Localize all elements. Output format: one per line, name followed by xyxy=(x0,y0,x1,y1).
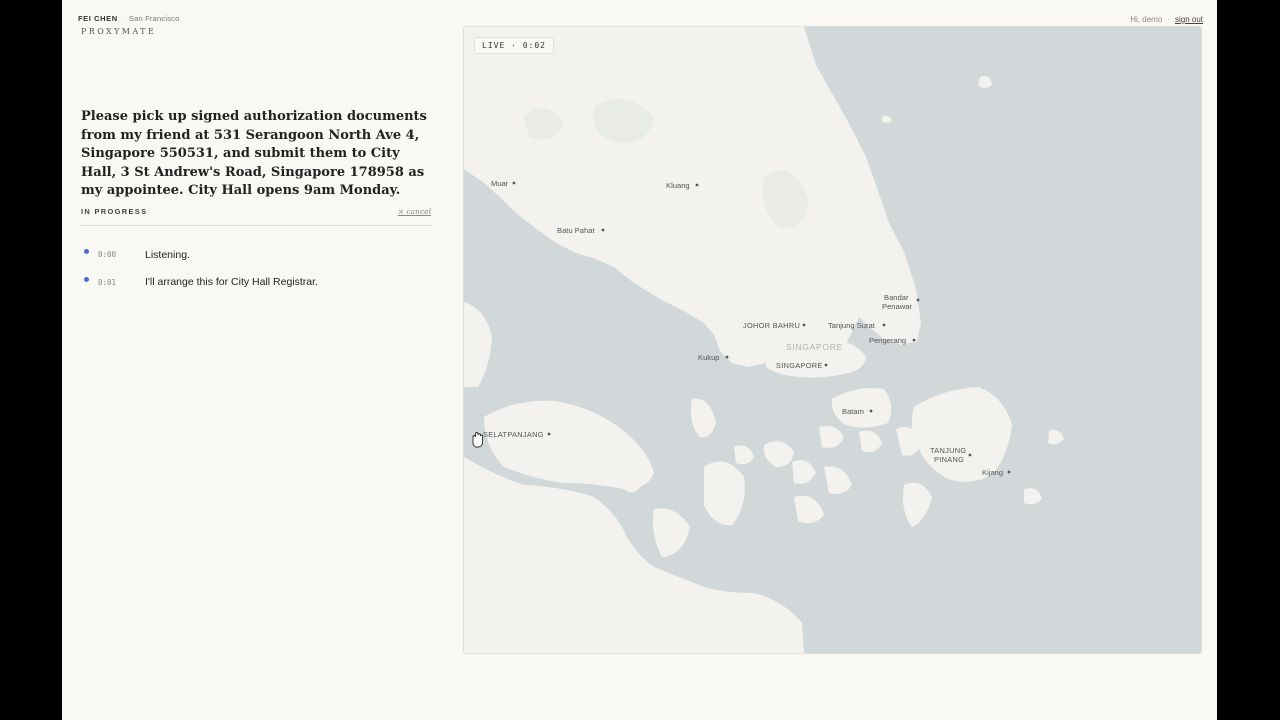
place-dot xyxy=(882,323,886,327)
place-dot xyxy=(802,323,806,327)
task-description: Please pick up signed authorization docu… xyxy=(81,109,427,199)
place-label: Bandar xyxy=(884,293,909,302)
place-label: SINGAPORE xyxy=(776,361,823,370)
separator-dot: · xyxy=(1167,15,1170,24)
task-panel: Please pick up signed authorization docu… xyxy=(81,108,431,296)
account-bar: Hi, demo · sign out xyxy=(1130,15,1203,24)
cancel-link[interactable]: × cancel xyxy=(398,207,431,216)
user-name: FEI CHEN xyxy=(78,14,118,23)
place-label: Tanjung Surat xyxy=(828,321,876,330)
map-canvas[interactable]: Muar Kluang Batu Pahat Bandar Penawar JO… xyxy=(464,27,1201,653)
place-label: Muar xyxy=(491,179,509,188)
status-dot-icon xyxy=(84,249,89,255)
log-message: I'll arrange this for City Hall Registra… xyxy=(145,276,318,289)
place-dot xyxy=(916,298,920,302)
place-dot xyxy=(1007,470,1011,474)
log-item: 0:01 I'll arrange this for City Hall Reg… xyxy=(81,268,431,296)
activity-log: 0:00 Listening. 0:01 I'll arrange this f… xyxy=(81,241,431,296)
place-dot xyxy=(869,409,873,413)
place-label: PINANG xyxy=(934,455,964,464)
place-label: Pengerang xyxy=(869,336,906,345)
status-dot-icon xyxy=(84,276,89,282)
place-dot xyxy=(601,228,605,232)
place-label: Penawar xyxy=(882,302,912,311)
place-label: Kijang xyxy=(982,468,1003,477)
log-time: 0:01 xyxy=(98,277,117,287)
live-badge: LIVE · 0:02 xyxy=(474,37,554,54)
sign-out-link[interactable]: sign out xyxy=(1175,15,1203,24)
greeting: Hi, demo xyxy=(1130,15,1163,24)
place-dot xyxy=(512,181,516,185)
separator-dot: · xyxy=(121,14,125,23)
log-time: 0:00 xyxy=(98,250,117,260)
country-label: SINGAPORE xyxy=(786,342,843,352)
place-dot xyxy=(725,355,729,359)
status-row: IN PROGRESS × cancel xyxy=(81,207,431,226)
status-badge: IN PROGRESS xyxy=(81,206,148,216)
map-view[interactable]: Muar Kluang Batu Pahat Bandar Penawar JO… xyxy=(463,26,1202,654)
log-item: 0:00 Listening. xyxy=(81,241,431,269)
place-dot xyxy=(547,432,551,436)
place-dot xyxy=(824,363,828,367)
place-label: TANJUNG xyxy=(930,446,966,455)
place-label: Batam xyxy=(842,407,864,416)
place-label: Kluang xyxy=(666,181,690,190)
log-message: Listening. xyxy=(145,248,190,261)
app-frame: FEI CHEN · San Francisco PROXYMATE Hi, dem… xyxy=(62,0,1217,720)
user-location: San Francisco xyxy=(128,14,180,23)
place-dot xyxy=(912,338,916,342)
place-label: Batu Pahat xyxy=(557,226,595,235)
place-label: JOHOR BAHRU xyxy=(743,321,800,330)
user-line: FEI CHEN · San Francisco xyxy=(78,14,179,23)
place-label: SELATPANJANG xyxy=(483,430,544,439)
place-label: Kukup xyxy=(698,353,720,362)
place-dot xyxy=(695,183,699,187)
brand-block: FEI CHEN · San Francisco PROXYMATE xyxy=(78,14,179,36)
place-dot xyxy=(968,453,972,457)
brand-logo: PROXYMATE xyxy=(81,27,157,36)
